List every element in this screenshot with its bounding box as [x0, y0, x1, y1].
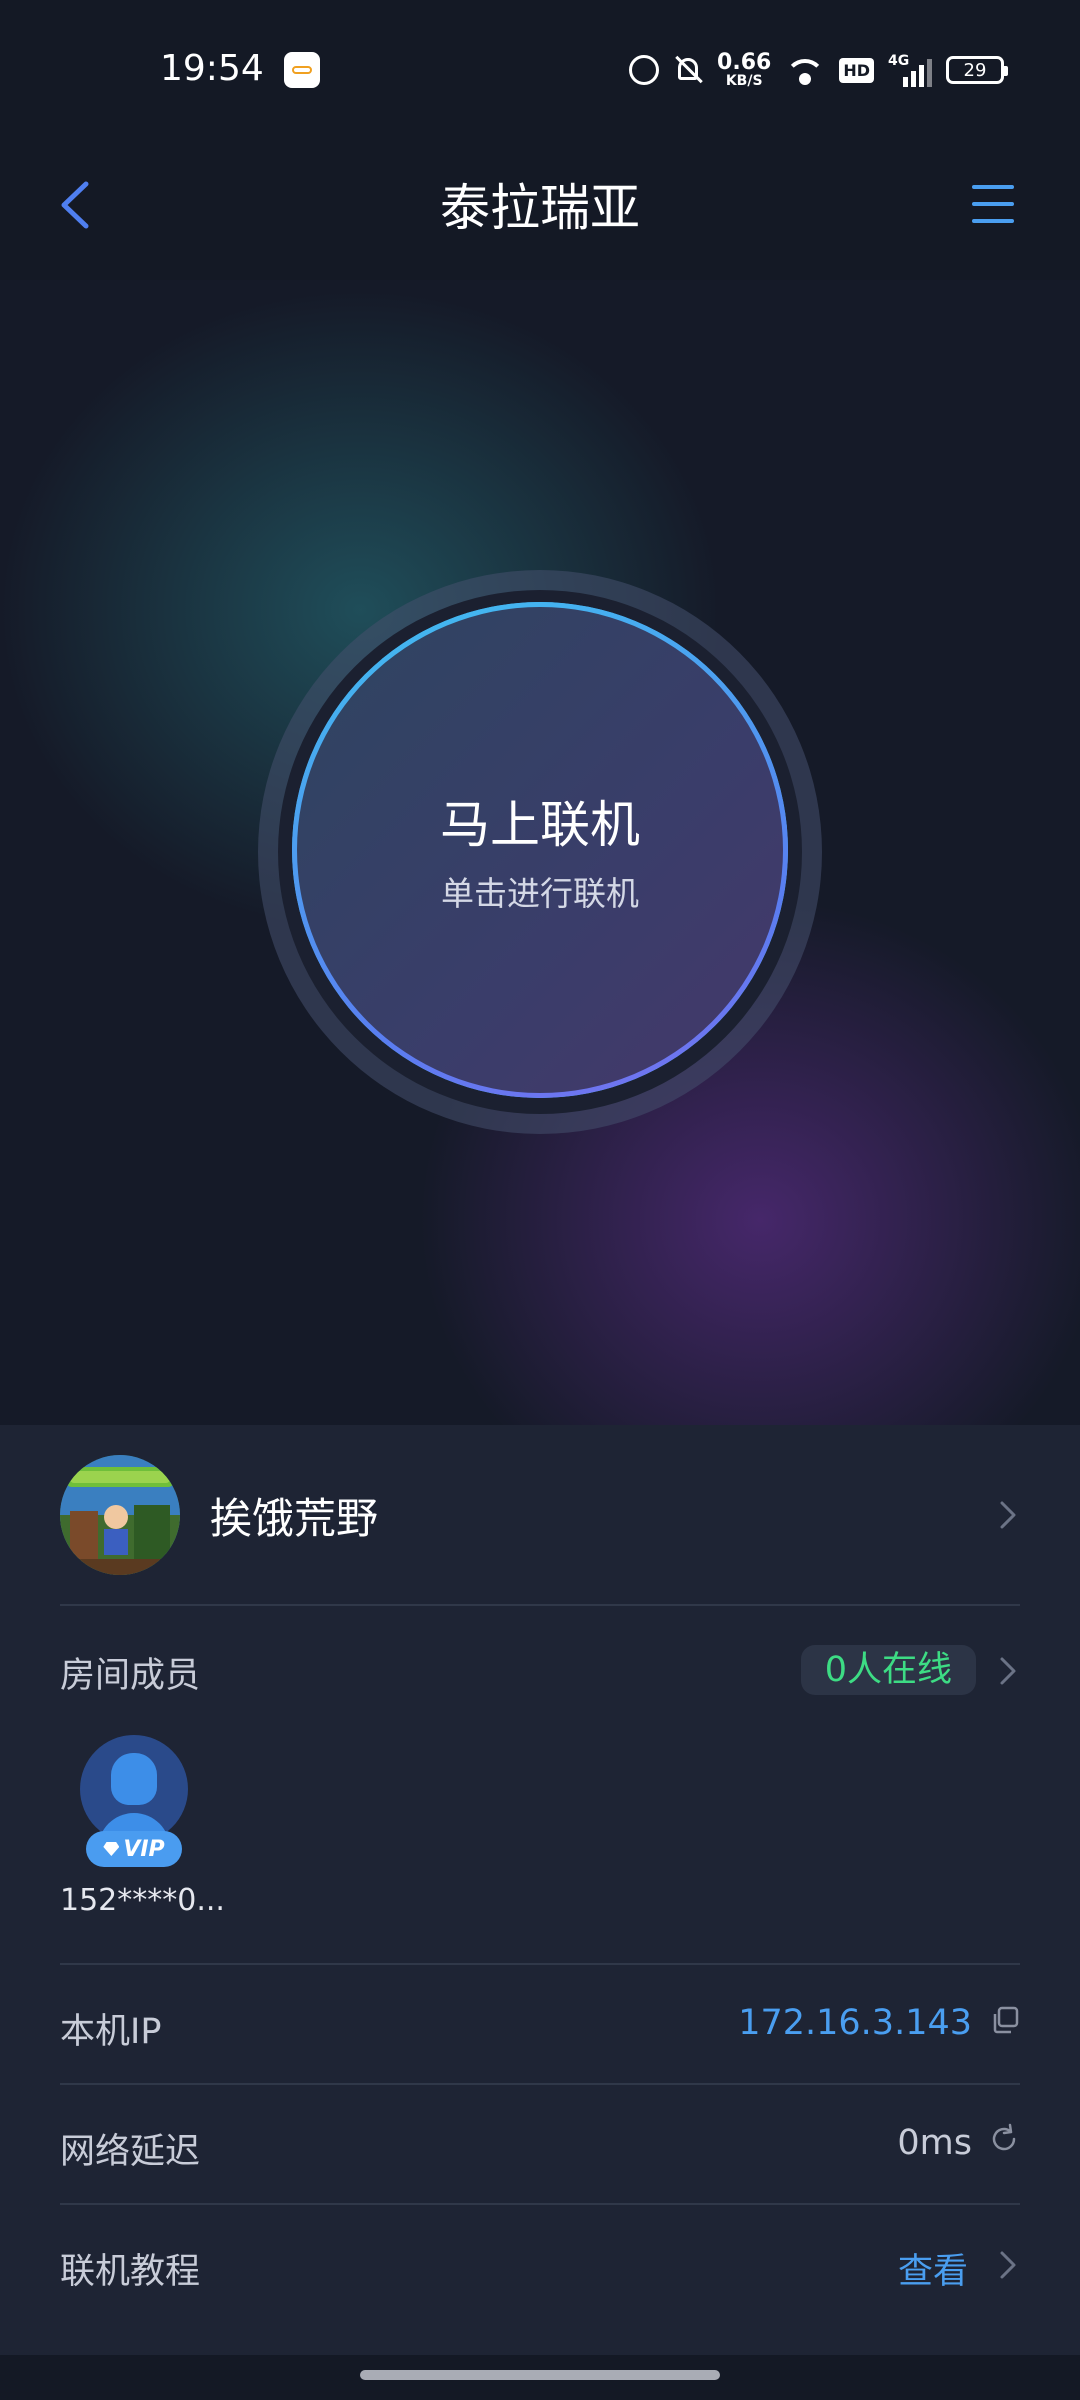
connect-subtitle: 单击进行联机 [441, 874, 639, 913]
mute-icon [673, 55, 703, 85]
app-notification-icon [284, 52, 320, 88]
home-indicator[interactable] [360, 2370, 720, 2380]
diamond-icon [103, 1842, 120, 1856]
status-bar: 19:54 0.66 KB/S HD 4G 29 [0, 0, 1080, 140]
local-ip-label: 本机IP [60, 2012, 162, 2052]
member-avatar [80, 1735, 188, 1843]
chevron-right-icon[interactable] [996, 2245, 1020, 2285]
network-speed-unit: KB/S [725, 73, 763, 89]
room-info-panel: 挨饿荒野 房间成员 0人在线 VIP 152****0... 本机IP 172.… [0, 1425, 1080, 2355]
vip-badge: VIP [86, 1831, 182, 1867]
refresh-icon[interactable] [988, 2123, 1020, 2155]
status-icons: 0.66 KB/S HD 4G 29 [629, 50, 1008, 90]
divider [60, 2083, 1020, 2085]
divider [60, 2203, 1020, 2205]
menu-button[interactable] [960, 170, 1024, 240]
vip-label: VIP [123, 1836, 165, 1862]
game-avatar [60, 1455, 180, 1575]
app-header: 泰拉瑞亚 [0, 140, 1080, 280]
divider [60, 1963, 1020, 1965]
network-speed: 0.66 KB/S [717, 50, 772, 89]
alarm-icon [629, 55, 660, 85]
page-title: 泰拉瑞亚 [440, 179, 640, 237]
hd-badge: HD [839, 57, 874, 83]
room-members-label: 房间成员 [60, 1656, 201, 1696]
wifi-icon [785, 55, 826, 85]
copy-icon[interactable] [990, 2005, 1020, 2035]
latency-label: 网络延迟 [60, 2132, 201, 2172]
tutorial-label: 联机教程 [60, 2252, 201, 2292]
chevron-right-icon[interactable] [996, 1651, 1020, 1691]
tutorial-view-link[interactable]: 查看 [898, 2243, 968, 2294]
network-speed-value: 0.66 [717, 50, 772, 75]
connect-hero: 马上联机 单击进行联机 [0, 280, 1080, 1425]
local-ip-value: 172.16.3.143 [738, 2003, 972, 2043]
connect-title: 马上联机 [440, 796, 640, 854]
signal-icon: 4G [888, 53, 932, 87]
chevron-right-icon [996, 1495, 1020, 1535]
status-time: 19:54 [160, 48, 264, 89]
divider [60, 1604, 1020, 1606]
game-name: 挨饿荒野 [210, 1494, 379, 1543]
game-selector-row[interactable]: 挨饿荒野 [60, 1455, 1020, 1575]
latency-value: 0ms [897, 2123, 972, 2163]
online-count-badge[interactable]: 0人在线 [800, 1645, 976, 1695]
room-member[interactable]: VIP 152****0... [60, 1735, 225, 1918]
connect-button[interactable]: 马上联机 单击进行联机 [292, 602, 788, 1098]
menu-icon [972, 185, 1014, 223]
battery-icon: 29 [946, 56, 1008, 84]
member-name: 152****0... [60, 1883, 225, 1918]
